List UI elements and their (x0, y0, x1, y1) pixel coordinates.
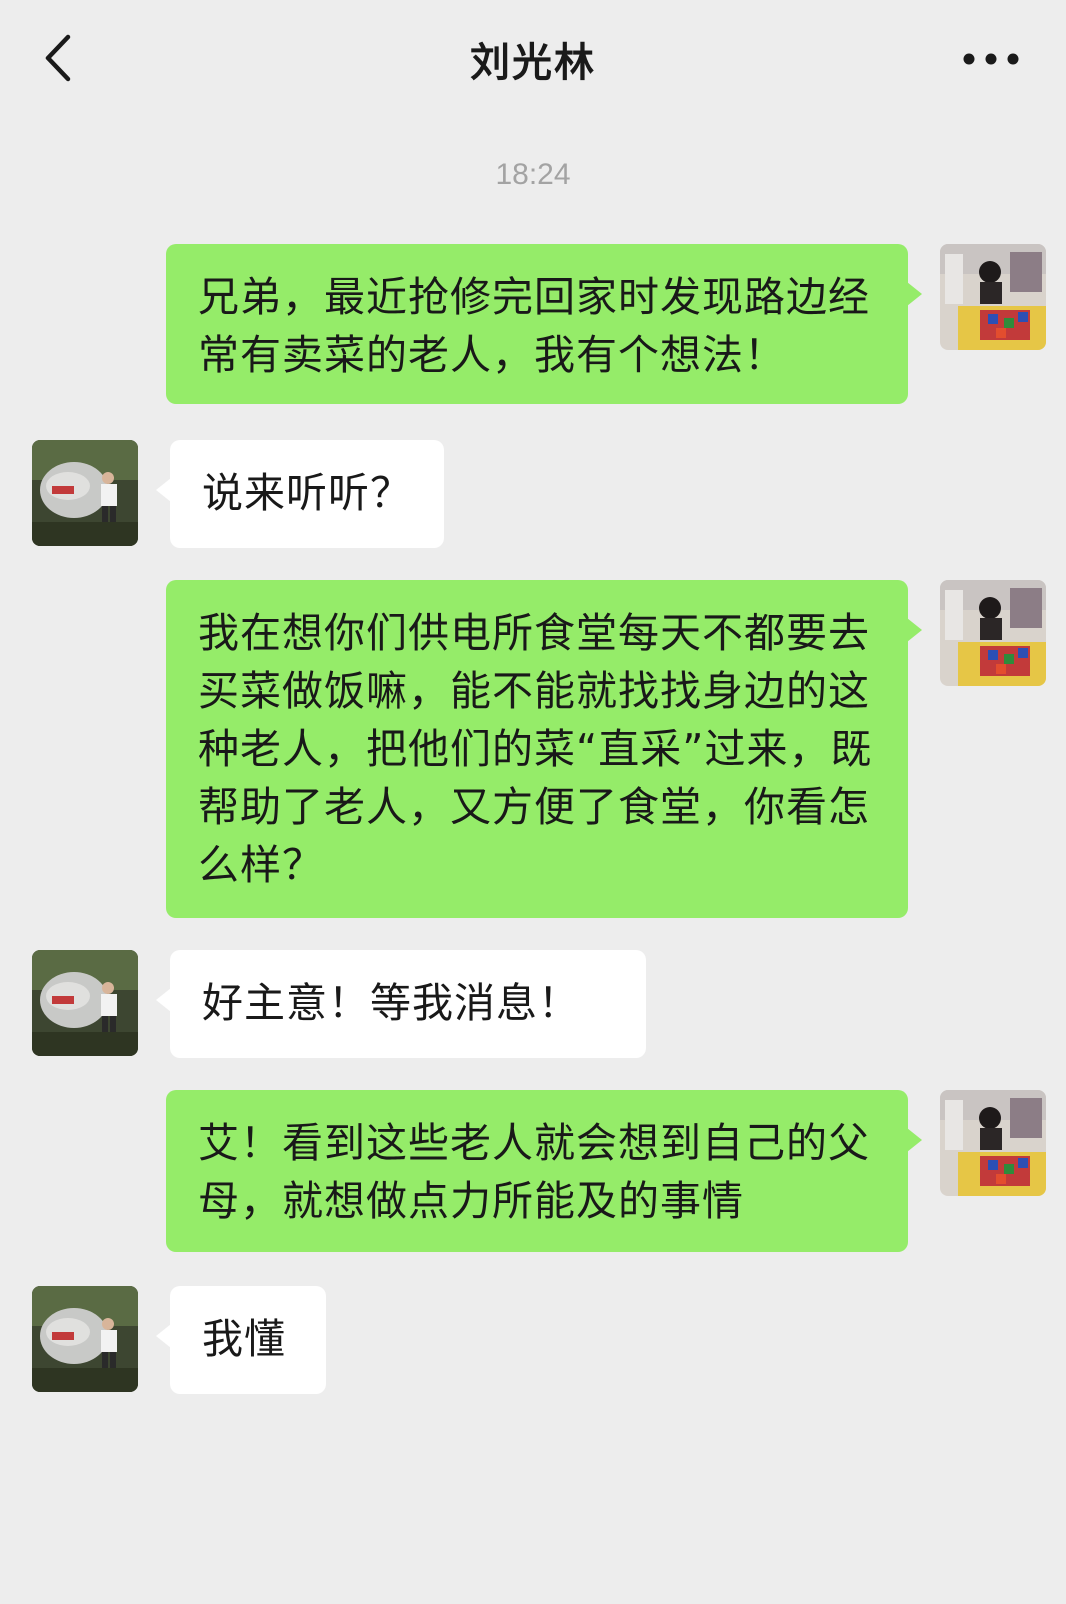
my-avatar[interactable] (940, 1090, 1046, 1196)
message-timestamp: 18:24 (495, 158, 571, 191)
my-message-bubble[interactable]: 我在想你们供电所食堂每天不都要去买菜做饭嘛，能不能就找找身边的这种老人，把他们的… (166, 580, 922, 918)
avatar-photo-icon (940, 244, 1046, 350)
my-avatar[interactable] (940, 244, 1046, 350)
chat-header: 刘光林 (0, 0, 1066, 116)
message-text: 艾！看到这些老人就会想到自己的父母，就想做点力所能及的事情 (198, 1119, 870, 1225)
contact-message-bubble[interactable]: 好主意！等我消息！ (156, 950, 646, 1058)
contact-message-bubble[interactable]: 我懂 (156, 1286, 326, 1394)
message-text: 好主意！等我消息！ (202, 979, 580, 1027)
my-message-bubble[interactable]: 艾！看到这些老人就会想到自己的父母，就想做点力所能及的事情 (166, 1090, 922, 1252)
message-text: 我在想你们供电所食堂每天不都要去买菜做饭嘛，能不能就找找身边的这种老人，把他们的… (198, 609, 873, 889)
contact-avatar[interactable] (32, 1286, 138, 1392)
contact-avatar[interactable] (32, 440, 138, 546)
chat-title: 刘光林 (470, 40, 596, 86)
message-text: 兄弟，最近抢修完回家时发现路边经常有卖菜的老人，我有个想法！ (198, 273, 870, 379)
my-avatar[interactable] (940, 580, 1046, 686)
avatar-photo-icon (32, 950, 138, 1056)
avatar-photo-icon (32, 1286, 138, 1392)
contact-message-bubble[interactable]: 说来听听？ (156, 440, 444, 548)
avatar-photo-icon (940, 580, 1046, 686)
avatar-photo-icon (940, 1090, 1046, 1196)
message-text: 说来听听？ (202, 469, 412, 517)
more-dots-icon (963, 53, 1019, 65)
my-message-bubble[interactable]: 兄弟，最近抢修完回家时发现路边经常有卖菜的老人，我有个想法！ (166, 244, 922, 404)
contact-avatar[interactable] (32, 950, 138, 1056)
more-button[interactable] (954, 34, 1028, 84)
avatar-photo-icon (32, 440, 138, 546)
message-text: 我懂 (202, 1315, 286, 1363)
